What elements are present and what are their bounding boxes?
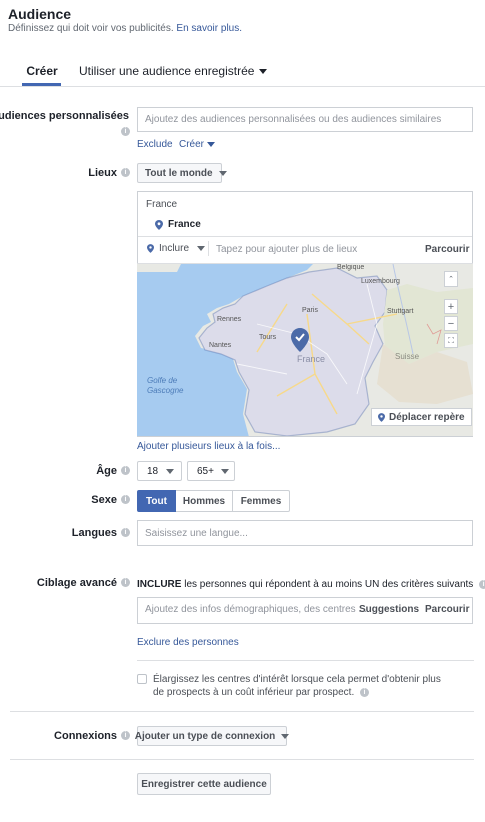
detailed-targeting-label: Ciblage avancé [36, 577, 117, 589]
exclude-people-link[interactable]: Exclure des personnes [137, 637, 239, 648]
create-dropdown-label: Créer [179, 139, 205, 150]
custom-audiences-label: Audiences personnalisées [0, 110, 129, 122]
browse-targeting-button[interactable]: Parcourir [425, 604, 469, 615]
age-max-value: 65+ [197, 465, 214, 477]
include-dropdown[interactable]: Inclure [147, 243, 206, 254]
plus-icon: + [447, 300, 455, 313]
expand-interests-text: Élargissez les centres d'intérêt lorsque… [153, 673, 453, 699]
chevron-down-icon [197, 246, 206, 251]
gender-option-all[interactable]: Tout [137, 490, 176, 512]
age-min-dropdown[interactable]: 18 [137, 461, 182, 481]
info-icon[interactable]: i [121, 495, 130, 504]
info-icon[interactable]: i [360, 687, 370, 697]
create-dropdown[interactable]: Créer [179, 139, 216, 150]
zoom-in-button[interactable]: + [444, 299, 458, 314]
map-label-country: France [297, 354, 326, 364]
info-icon[interactable]: i [121, 127, 130, 136]
chevron-down-icon [218, 170, 227, 176]
map-expand-button[interactable]: ⌃ [444, 271, 458, 287]
section-title: Audience [8, 6, 72, 22]
include-label: Inclure [159, 243, 190, 254]
save-audience-button[interactable]: Enregistrer cette audience [137, 773, 271, 795]
detailed-targeting-rule: les personnes qui répondent à au moins U… [184, 579, 474, 590]
map-label-belgique: Belgique [337, 264, 365, 271]
expand-interests-label: Élargissez les centres d'intérêt lorsque… [153, 674, 441, 698]
add-multiple-locations-link[interactable]: Ajouter plusieurs lieux à la fois... [137, 441, 280, 452]
gender-label: Sexe [91, 494, 117, 506]
zoom-out-button[interactable]: − [444, 316, 458, 331]
tab-saved-audience-label: Utiliser une audience enregistrée [79, 64, 255, 78]
chevron-down-icon [281, 733, 290, 739]
fit-icon: ⛶ [448, 335, 454, 345]
location-scope-dropdown[interactable]: Tout le monde [137, 163, 227, 183]
map-label-tours: Tours [259, 334, 277, 341]
age-min-value: 18 [147, 465, 159, 477]
age-label: Âge [96, 465, 117, 477]
map-marker-icon[interactable] [291, 328, 309, 352]
info-icon[interactable]: i [121, 731, 130, 740]
chevron-down-icon [220, 468, 229, 474]
exclude-link[interactable]: Exclude [137, 139, 173, 150]
map-label-sea: Golfe de Gascogne [147, 376, 184, 395]
map-label-rennes: Rennes [217, 316, 242, 323]
include-keyword: INCLURE [137, 579, 182, 590]
location-pin-icon [155, 219, 163, 230]
age-max-dropdown[interactable]: 65+ [187, 461, 235, 481]
tab-saved-audience[interactable]: Utiliser une audience enregistrée [79, 64, 268, 78]
divider [10, 759, 474, 760]
include-separator [208, 241, 209, 256]
detailed-targeting-input[interactable]: Ajoutez des infos démographiques, des ce… [145, 604, 367, 615]
detailed-targeting-headline: INCLURE les personnes qui répondent à au… [137, 579, 485, 590]
chevron-down-icon [207, 141, 216, 147]
subtitle-text: Définissez qui doit voir vos publicités. [8, 23, 174, 34]
locations-label: Lieux [88, 167, 117, 179]
map-label-luxembourg: Luxembourg [361, 278, 400, 285]
selected-location[interactable]: France [155, 219, 201, 230]
gender-option-women[interactable]: Femmes [233, 490, 290, 512]
map-label-stuttgart: Stuttgart [387, 308, 414, 315]
custom-audiences-input[interactable]: Ajoutez des audiences personnalisées ou … [137, 107, 473, 132]
location-pin-icon [378, 412, 385, 422]
expand-icon: ⌃ [448, 276, 454, 283]
connections-label: Connexions [54, 730, 117, 742]
location-search-input[interactable]: Tapez pour ajouter plus de lieux [216, 244, 357, 255]
browse-locations-button[interactable]: Parcourir [425, 244, 469, 255]
gender-segmented-control: Tout Hommes Femmes [137, 490, 290, 512]
map-label-nantes: Nantes [209, 342, 232, 349]
languages-label: Langues [71, 527, 117, 539]
info-icon[interactable]: i [121, 528, 130, 537]
divider [10, 711, 474, 712]
tabs-divider [0, 86, 485, 87]
chevron-down-icon [166, 468, 175, 474]
chevron-down-icon [259, 69, 268, 75]
suggestions-button[interactable]: Suggestions [359, 604, 419, 615]
add-connection-type-label: Ajouter un type de connexion [134, 730, 276, 742]
map-label-switzerland: Suisse [395, 352, 420, 361]
move-pin-button[interactable]: Déplacer repère [371, 408, 472, 426]
selected-location-label: France [168, 219, 201, 230]
info-icon[interactable]: i [479, 579, 485, 589]
minus-icon: − [447, 317, 455, 330]
info-icon[interactable]: i [121, 466, 130, 475]
section-subtitle: Définissez qui doit voir vos publicités.… [8, 23, 242, 34]
tab-create[interactable]: Créer [23, 64, 61, 78]
fit-bounds-button[interactable]: ⛶ [444, 333, 458, 348]
location-divider [138, 236, 472, 237]
gender-option-men[interactable]: Hommes [176, 490, 233, 512]
languages-input[interactable]: Saisissez une langue... [137, 520, 473, 546]
info-icon[interactable]: i [121, 578, 130, 587]
add-connection-type-dropdown[interactable]: Ajouter un type de connexion [134, 726, 290, 746]
location-scope-label: Tout le monde [145, 167, 213, 179]
location-pin-icon [147, 244, 154, 253]
map-label-paris: Paris [302, 307, 318, 314]
info-icon[interactable]: i [121, 168, 130, 177]
location-country-header: France [146, 199, 178, 210]
learn-more-link[interactable]: En savoir plus. [176, 23, 242, 34]
divider [137, 660, 474, 661]
expand-interests-checkbox[interactable] [137, 674, 147, 684]
move-pin-label: Déplacer repère [389, 411, 465, 423]
location-map[interactable]: Paris France Suisse Luxembourg Stuttgart… [137, 263, 473, 436]
